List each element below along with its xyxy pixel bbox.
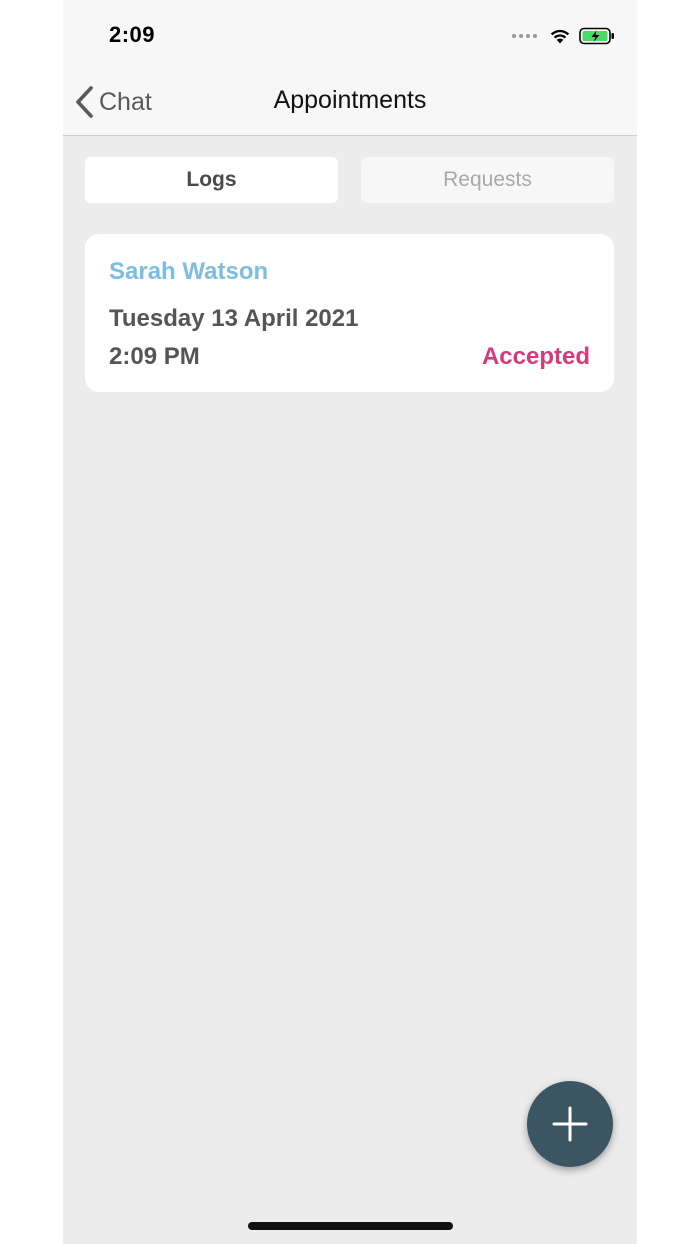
home-indicator[interactable] xyxy=(248,1222,453,1230)
top-bar: 2:09 Chat Appointments xyxy=(63,0,637,136)
tab-requests[interactable]: Requests xyxy=(361,157,614,203)
status-icons xyxy=(512,24,615,48)
appointment-time: 2:09 PM xyxy=(109,343,200,370)
tab-logs-label: Logs xyxy=(186,168,237,191)
plus-icon xyxy=(552,1106,588,1142)
add-appointment-button[interactable] xyxy=(527,1081,613,1167)
appointment-date: Tuesday 13 April 2021 xyxy=(109,305,359,332)
wifi-icon xyxy=(550,29,570,44)
battery-charging-icon xyxy=(579,27,614,45)
tab-logs[interactable]: Logs xyxy=(85,157,338,203)
status-time: 2:09 xyxy=(109,22,156,47)
app-screen: 2:09 Chat Appointments Logs Requests Sar… xyxy=(63,0,637,1244)
tab-requests-label: Requests xyxy=(443,168,532,191)
appointment-card[interactable]: Sarah Watson Tuesday 13 April 2021 2:09 … xyxy=(85,234,614,392)
signal-dots-icon xyxy=(512,34,537,38)
appointment-name: Sarah Watson xyxy=(109,258,269,285)
appointment-status: Accepted xyxy=(481,343,590,370)
page-title: Appointments xyxy=(273,86,427,114)
